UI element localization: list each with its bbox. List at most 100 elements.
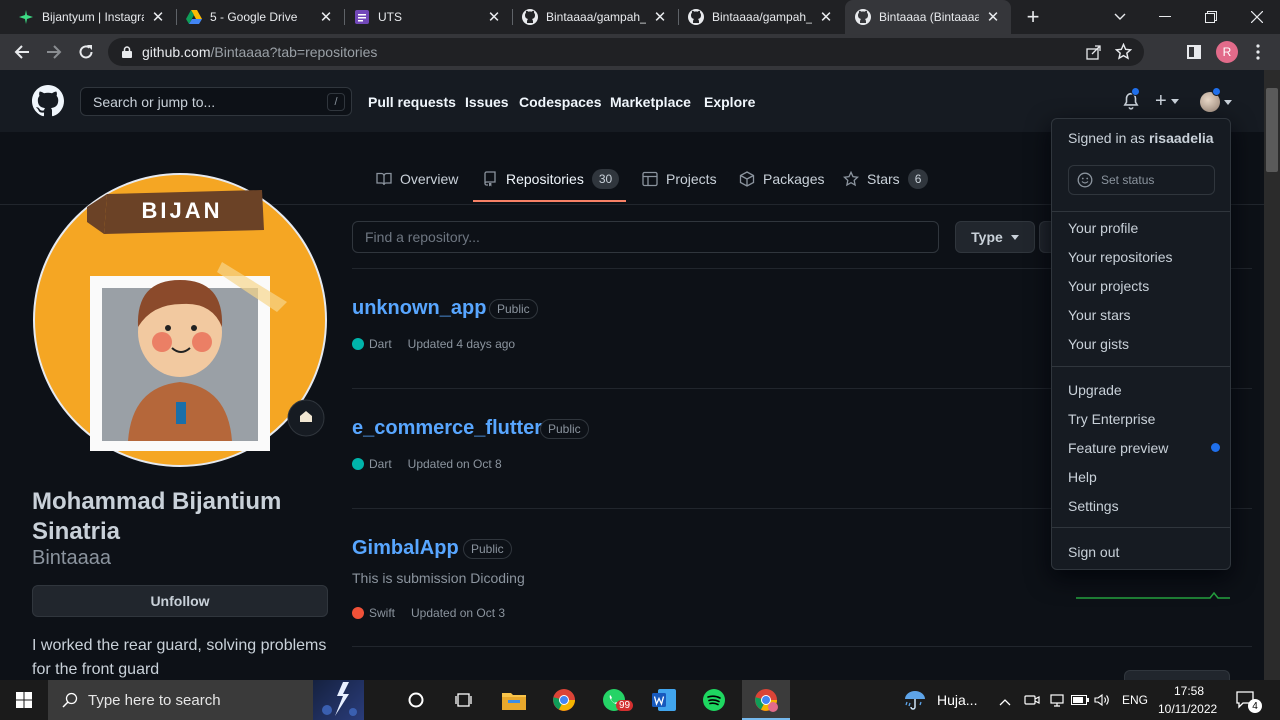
browser-tab-instagram[interactable]: Bijantyum | Instagra ✕ (8, 0, 176, 34)
language-color-dot (352, 338, 364, 350)
repo-name-link[interactable]: GimbalApp (352, 537, 459, 560)
signed-in-username: risaadelia (1148, 130, 1214, 146)
whatsapp-icon[interactable]: 99 (590, 680, 638, 720)
action-center-icon[interactable]: 4 (1236, 690, 1262, 715)
google-drive-icon (186, 9, 202, 25)
tray-chevron-up-icon[interactable] (999, 693, 1011, 711)
tab-label: Projects (666, 171, 717, 187)
signed-in-label: Signed in as (1068, 130, 1149, 146)
address-bar[interactable]: github.com/Bintaaaa?tab=repositories (108, 38, 1144, 66)
nav-codespaces[interactable]: Codespaces (519, 94, 601, 110)
menu-sign-out[interactable]: Sign out (1068, 544, 1119, 560)
menu-feature-preview[interactable]: Feature preview (1068, 440, 1168, 456)
chrome-profile-icon[interactable] (742, 680, 790, 720)
weather-umbrella-icon[interactable] (904, 690, 926, 715)
back-arrow-icon[interactable] (10, 40, 34, 64)
repo-name-link[interactable]: unknown_app (352, 297, 486, 320)
search-icon (62, 692, 78, 708)
forward-arrow-icon[interactable] (42, 40, 66, 64)
tab-close-button[interactable]: ✕ (985, 8, 1001, 26)
tab-close-button[interactable]: ✕ (150, 8, 166, 26)
tab-close-button[interactable]: ✕ (652, 8, 668, 26)
cortana-icon[interactable] (392, 680, 440, 720)
windows-start-icon[interactable] (0, 680, 48, 720)
nav-explore[interactable]: Explore (704, 94, 755, 110)
tab-title: Bintaaaa/gampah_r (546, 10, 646, 24)
nav-pull-requests[interactable]: Pull requests (368, 94, 456, 110)
clock-date[interactable]: 10/11/2022 (1158, 702, 1217, 716)
user-avatar-button[interactable] (1200, 87, 1232, 112)
language-color-dot (352, 458, 364, 470)
side-panel-icon[interactable] (1182, 40, 1206, 64)
weather-text[interactable]: Huja... (937, 692, 977, 708)
tab-close-button[interactable]: ✕ (318, 8, 334, 26)
nav-marketplace[interactable]: Marketplace (610, 94, 691, 110)
menu-settings[interactable]: Settings (1068, 498, 1119, 514)
menu-your-gists[interactable]: Your gists (1068, 336, 1129, 352)
tab-stars[interactable]: Stars 6 (843, 168, 929, 190)
unfollow-button[interactable]: Unfollow (32, 585, 328, 617)
volume-icon[interactable] (1094, 692, 1110, 713)
task-view-icon[interactable] (440, 680, 488, 720)
menu-upgrade[interactable]: Upgrade (1068, 382, 1122, 398)
browser-tab-google-drive[interactable]: 5 - Google Drive ✕ (176, 0, 344, 34)
star-button[interactable] (1124, 670, 1230, 680)
browser-tab-github-profile[interactable]: Bintaaaa (Bintaaaa) ✕ (845, 0, 1011, 34)
github-icon (522, 9, 538, 25)
menu-your-projects[interactable]: Your projects (1068, 278, 1149, 294)
language-color-dot (352, 607, 364, 619)
full-name-line: Mohammad Bijantium (32, 488, 282, 515)
type-filter-button[interactable]: Type (955, 221, 1035, 253)
nav-issues[interactable]: Issues (465, 94, 509, 110)
file-explorer-icon[interactable] (490, 680, 538, 720)
browser-tab-uts[interactable]: UTS ✕ (344, 0, 512, 34)
tab-close-button[interactable]: ✕ (818, 8, 834, 26)
leaf-icon (18, 9, 34, 25)
scrollbar-thumb[interactable] (1266, 88, 1278, 172)
tab-title: Bintaaaa (Bintaaaa) (879, 10, 979, 24)
github-logo-icon[interactable] (32, 85, 64, 122)
repository-filter-input[interactable]: Find a repository... (352, 221, 939, 253)
browser-tab-github-gampah-l[interactable]: Bintaaaa/gampah_l ✕ (678, 0, 844, 34)
bookmark-star-icon[interactable] (1114, 42, 1133, 63)
repo-name-link[interactable]: e_commerce_flutter (352, 417, 542, 440)
reload-icon[interactable] (74, 40, 98, 64)
chrome-icon[interactable] (540, 680, 588, 720)
menu-divider (1052, 366, 1230, 367)
menu-your-repositories[interactable]: Your repositories (1068, 249, 1173, 265)
tab-packages[interactable]: Packages (739, 168, 824, 190)
menu-your-stars[interactable]: Your stars (1068, 307, 1131, 323)
kebab-menu-icon[interactable] (1246, 40, 1270, 64)
browser-profile-avatar[interactable]: R (1216, 41, 1238, 63)
tab-projects[interactable]: Projects (642, 168, 717, 190)
set-status-button[interactable]: Set status (1068, 165, 1215, 195)
battery-icon[interactable] (1071, 693, 1089, 711)
restore-icon[interactable] (1188, 0, 1234, 34)
profile-avatar[interactable]: BIJAN (32, 172, 328, 468)
notification-bell-icon[interactable] (1122, 87, 1140, 115)
word-icon[interactable] (640, 680, 688, 720)
input-language[interactable]: ENG (1122, 693, 1148, 707)
menu-try-enterprise[interactable]: Try Enterprise (1068, 411, 1155, 427)
clock-time[interactable]: 17:58 (1174, 684, 1204, 698)
browser-tab-github-gampah-r[interactable]: Bintaaaa/gampah_r ✕ (512, 0, 678, 34)
close-window-icon[interactable] (1234, 0, 1280, 34)
avatar-banner-text: BIJAN (141, 198, 222, 223)
menu-help[interactable]: Help (1068, 469, 1097, 485)
new-tab-button[interactable]: + (1021, 5, 1045, 29)
taskbar-search-input[interactable]: Type here to search (48, 680, 364, 720)
github-search-input[interactable]: Search or jump to... / (80, 87, 352, 116)
meet-now-icon[interactable] (1024, 692, 1040, 713)
menu-your-profile[interactable]: Your profile (1068, 220, 1138, 236)
spotify-icon[interactable] (690, 680, 738, 720)
tab-repositories[interactable]: Repositories 30 (482, 168, 620, 190)
search-highlight-image (313, 680, 364, 720)
tab-overview[interactable]: Overview (376, 168, 458, 190)
windows-taskbar: Type here to search 99 Huja... ENG 17:58… (0, 680, 1280, 720)
tab-close-button[interactable]: ✕ (486, 8, 502, 26)
network-icon[interactable] (1049, 692, 1065, 713)
create-new-button[interactable]: + (1155, 91, 1179, 111)
share-icon[interactable] (1086, 44, 1102, 63)
minimize-icon[interactable] (1142, 0, 1188, 34)
tab-search-icon[interactable] (1097, 0, 1143, 34)
